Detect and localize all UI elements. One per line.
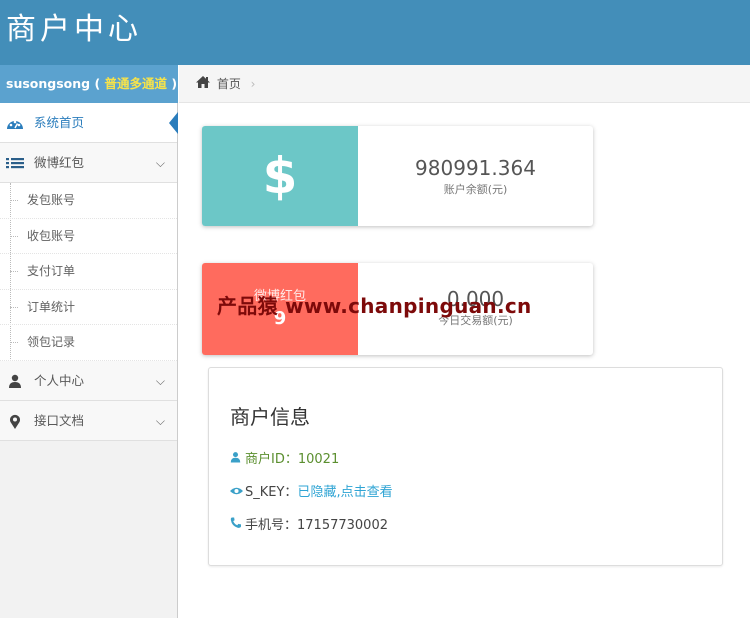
- today-transaction-value: 0.000: [446, 287, 505, 311]
- submenu-weibo-hongbao: 发包账号 收包账号 支付订单 订单统计 领包记录: [0, 183, 177, 361]
- balance-card-body: 980991.364 账户余额(元): [358, 126, 593, 226]
- balance-label: 账户余额(元): [443, 183, 508, 196]
- show-skey-link[interactable]: 已隐藏,点击查看: [297, 485, 392, 500]
- today-transaction-card: 微博红包 9 0.000 今日交易额(元): [202, 263, 593, 355]
- chevron-right-icon: ›: [250, 77, 256, 91]
- chevron-down-icon: ⌵: [155, 373, 165, 388]
- user-info-bar: susongsong ( 普通多通道 ): [0, 65, 178, 103]
- chevron-down-icon: ⌵: [155, 156, 165, 170]
- merchant-id-row: 商户ID：10021: [230, 448, 339, 467]
- today-transaction-body: 0.000 今日交易额(元): [358, 263, 593, 355]
- sidebar: 系统首页 微博红包 ⌵ 发包账号 收包账号 支付订单 订单统计 领包记录 个人中…: [0, 103, 178, 618]
- merchant-info-panel: 商户信息 商户ID：10021 S_KEY：已隐藏,点击查看 手机号：17157…: [208, 367, 723, 566]
- hongbao-count-label: 微博红包: [253, 289, 306, 304]
- eye-icon: [230, 485, 245, 500]
- hongbao-count-value: 9: [273, 308, 287, 329]
- chevron-down-icon: ⌵: [155, 413, 165, 428]
- breadcrumb-current[interactable]: 首页: [217, 77, 241, 91]
- user-level: 普通多通道: [104, 76, 168, 91]
- skey-row: S_KEY：已隐藏,点击查看: [230, 481, 393, 500]
- merchant-info-title: 商户信息: [230, 405, 310, 429]
- sidebar-item-personal-center[interactable]: 个人中心 ⌵: [0, 360, 177, 401]
- sidebar-item-dashboard[interactable]: 系统首页: [0, 103, 178, 143]
- sidebar-subitem-send-account[interactable]: 发包账号: [0, 183, 177, 219]
- sidebar-item-api-docs[interactable]: 接口文档 ⌵: [0, 400, 177, 441]
- breadcrumb: 首页 ›: [179, 65, 750, 103]
- top-header: 商户中心: [0, 0, 750, 65]
- sidebar-item-weibo-hongbao[interactable]: 微博红包 ⌵: [0, 143, 177, 183]
- sidebar-subitem-order-stats[interactable]: 订单统计: [0, 290, 177, 325]
- list-icon: [5, 143, 25, 183]
- dashboard-icon: [5, 103, 25, 143]
- hongbao-count-panel[interactable]: 微博红包 9: [202, 263, 358, 355]
- balance-card-icon-panel: $: [202, 126, 358, 226]
- phone-row: 手机号：17157730002: [230, 514, 388, 533]
- phone-value: 17157730002: [297, 518, 388, 533]
- dollar-icon: $: [262, 147, 298, 205]
- sidebar-subitem-pay-orders[interactable]: 支付订单: [0, 254, 177, 290]
- merchant-id-value: 10021: [297, 452, 340, 467]
- today-transaction-label: 今日交易额(元): [438, 314, 513, 327]
- username: susongsong: [6, 76, 91, 91]
- sidebar-subitem-receive-account[interactable]: 收包账号: [0, 219, 177, 254]
- user-icon: [230, 451, 245, 467]
- balance-value: 980991.364: [415, 156, 536, 180]
- balance-card: $ 980991.364 账户余额(元): [202, 126, 593, 226]
- home-icon[interactable]: [195, 66, 213, 104]
- phone-icon: [230, 517, 245, 533]
- user-icon: [5, 361, 25, 401]
- map-marker-icon: [5, 401, 25, 441]
- app-title: 商户中心: [6, 12, 142, 47]
- sidebar-subitem-claim-records[interactable]: 领包记录: [0, 325, 177, 361]
